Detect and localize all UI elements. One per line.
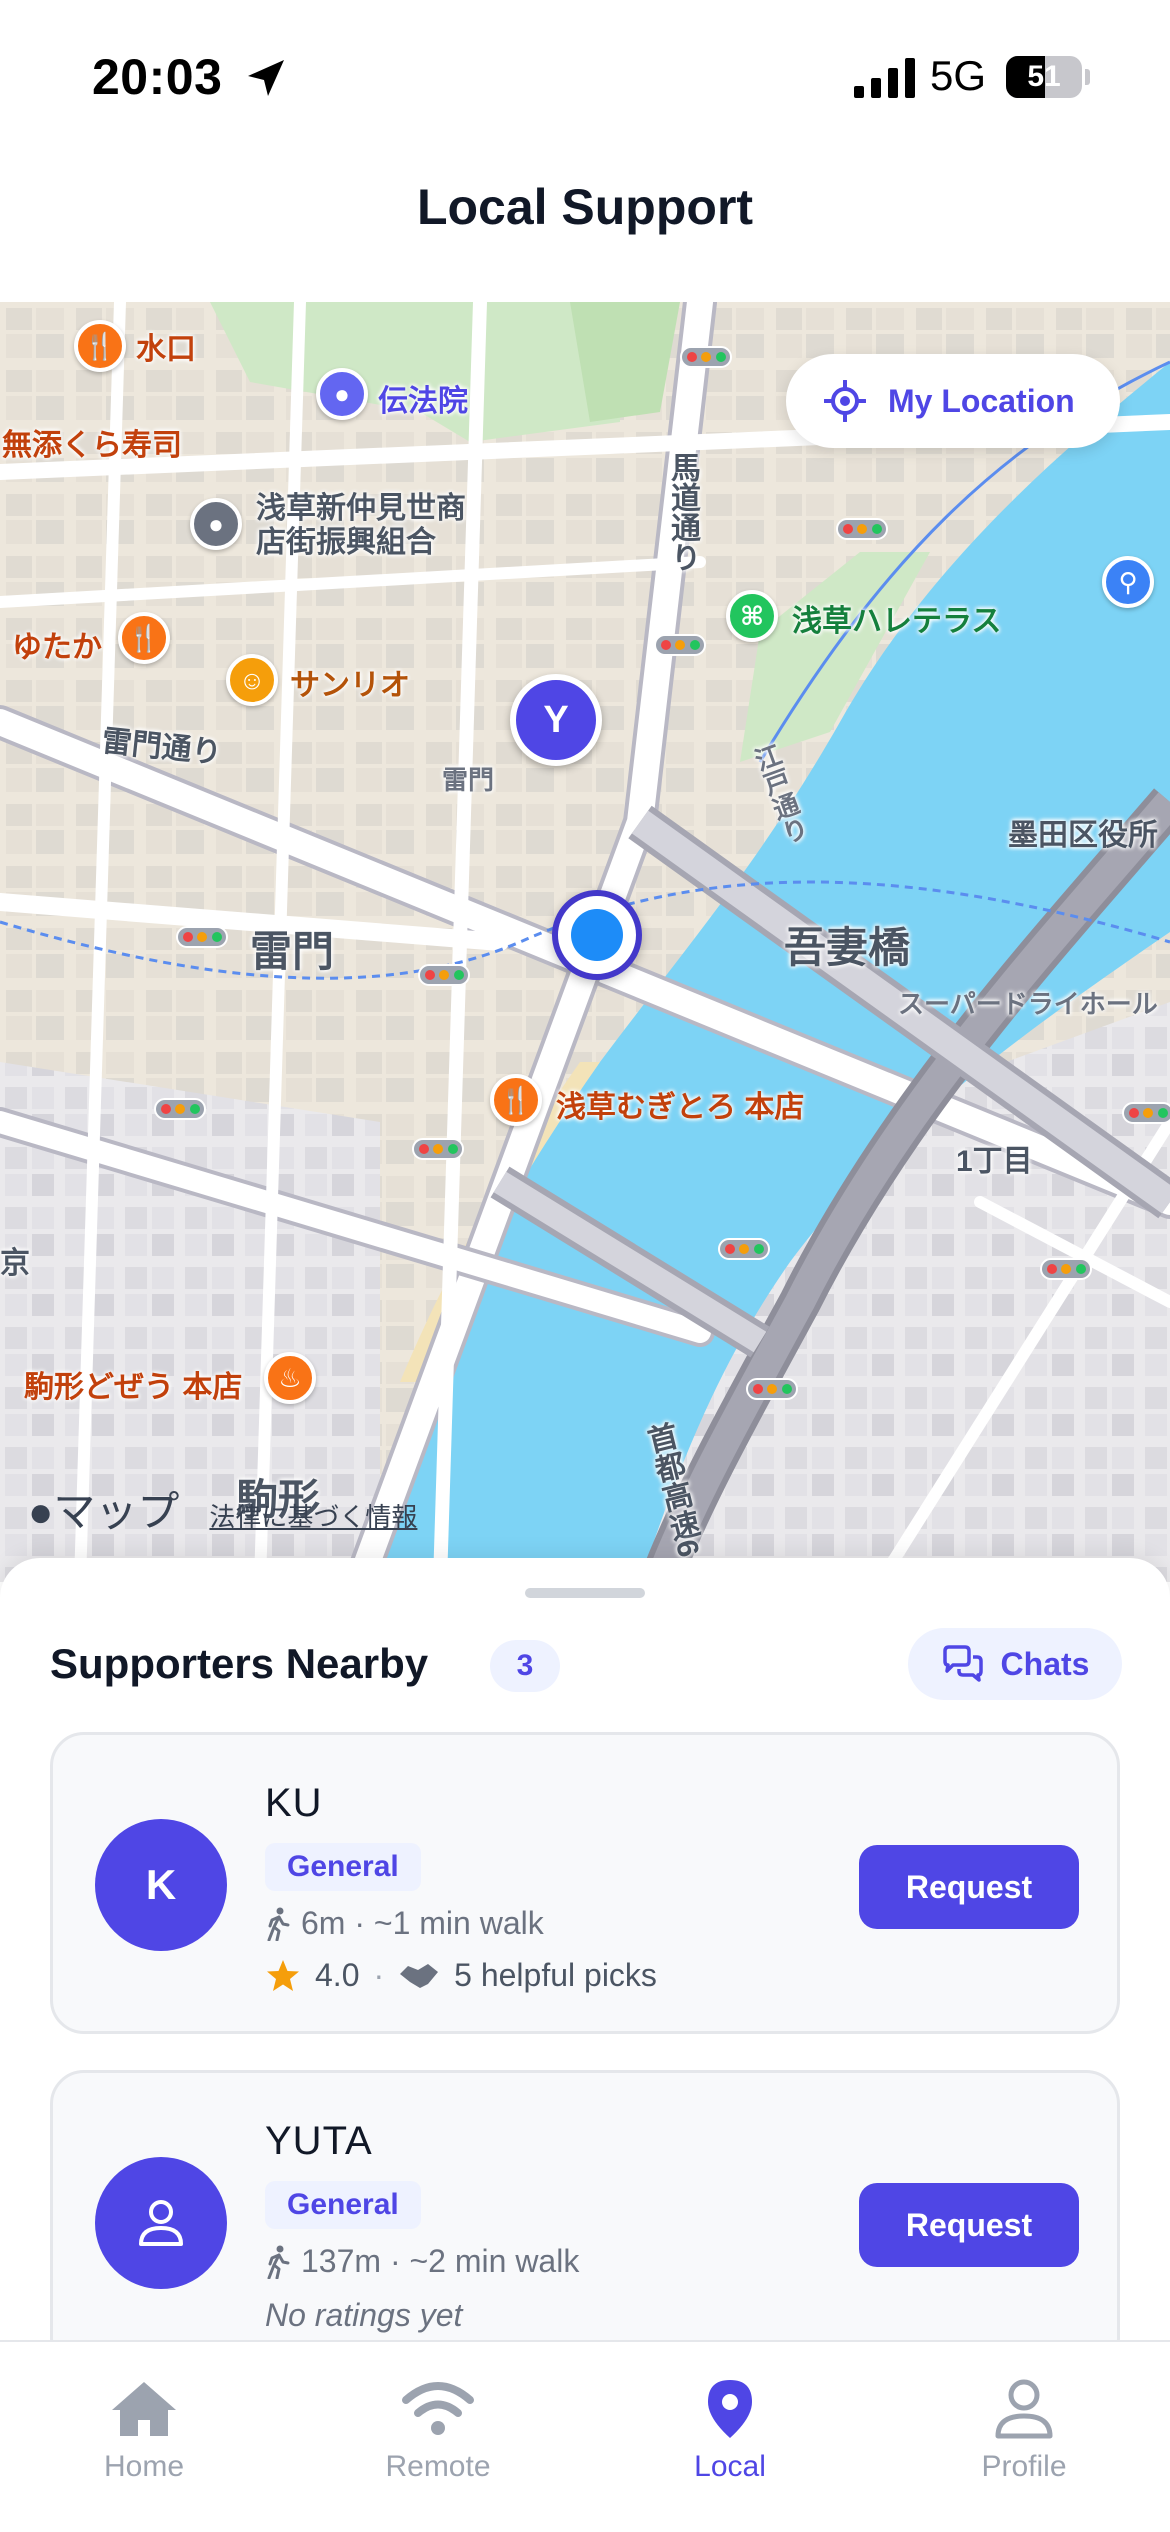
poi-label-mugitoro[interactable]: 浅草むぎとろ 本店 bbox=[556, 1082, 804, 1126]
traffic-light-icon bbox=[154, 1098, 206, 1120]
supporters-sheet[interactable]: Supporters Nearby 3 Chats K KU General 6… bbox=[0, 1558, 1170, 2428]
traffic-light-icon bbox=[680, 346, 732, 368]
traffic-light-icon bbox=[746, 1378, 798, 1400]
distance-info: 137m · ~2 min walk bbox=[265, 2243, 579, 2280]
network-type: 5G bbox=[930, 52, 987, 99]
restaurant-icon[interactable]: 🍴 bbox=[490, 1074, 542, 1126]
tab-remote[interactable]: Remote bbox=[338, 2378, 538, 2484]
person-icon bbox=[139, 2200, 183, 2246]
location-pin-icon bbox=[708, 2380, 752, 2438]
supporter-name: YUTA bbox=[265, 2119, 373, 2163]
legal-link[interactable]: 法律に基づく情報 bbox=[209, 1497, 417, 1534]
area-label-kaminarimon: 雷門 bbox=[250, 928, 335, 975]
restaurant-icon[interactable]: ♨ bbox=[264, 1352, 316, 1404]
status-bar: 20:03 5G 51 bbox=[0, 0, 1170, 150]
status-time: 20:03 bbox=[92, 49, 223, 105]
traffic-light-icon bbox=[412, 1138, 464, 1160]
supporter-card[interactable]: YUTA General 137m · ~2 min walk No ratin… bbox=[50, 2070, 1120, 2372]
handshake-icon bbox=[400, 1963, 439, 1988]
current-location-marker bbox=[552, 890, 642, 980]
area-label-sumida-office: 墨田区役所 bbox=[1008, 819, 1158, 852]
area-label-super-dry-hall: スーパードライホール bbox=[898, 989, 1158, 1019]
rating-info: 4.0 · 5 helpful picks bbox=[265, 1957, 657, 1994]
no-ratings-note: No ratings yet bbox=[265, 2297, 463, 2333]
sheet-title: Supporters Nearby bbox=[50, 1640, 429, 1687]
tab-bar: Home Remote Local Profile bbox=[0, 2340, 1170, 2532]
place-icon[interactable]: ● bbox=[190, 498, 242, 550]
poi-label-denpoin[interactable]: 伝法院 bbox=[378, 376, 468, 420]
battery-icon: 51 bbox=[1006, 56, 1090, 98]
rating-value: 4.0 bbox=[315, 1957, 360, 1993]
street-label-umamichi: 馬道通り bbox=[666, 452, 699, 572]
area-label-kaminarimon-small: 雷門 bbox=[442, 765, 495, 795]
poi-label-nakamise[interactable]: 浅草新仲見世商 店街振興組合 bbox=[256, 492, 466, 560]
bridge-icon[interactable]: ⚲ bbox=[1102, 556, 1154, 608]
request-button[interactable]: Request bbox=[859, 2183, 1079, 2267]
chats-button[interactable]: Chats bbox=[908, 1628, 1122, 1700]
restaurant-icon[interactable]: 🍴 bbox=[118, 612, 170, 664]
traffic-light-icon bbox=[1040, 1258, 1092, 1280]
map-view[interactable]: 🍴 水口 ● 伝法院 無添くら寿司 ● 浅草新仲見世商 店街振興組合 ゆたか 🍴… bbox=[0, 302, 1170, 1582]
poi-label-yutaka[interactable]: ゆたか bbox=[12, 622, 102, 666]
my-location-label: My Location bbox=[888, 382, 1075, 419]
category-tag: General bbox=[265, 1843, 421, 1891]
traffic-light-icon bbox=[418, 964, 470, 986]
supporter-map-marker[interactable]: Y bbox=[510, 674, 602, 766]
area-label-azumabashi: 吾妻橋 bbox=[784, 924, 911, 971]
poi-label-hale[interactable]: 浅草ハレテラス bbox=[792, 596, 1001, 640]
traffic-light-icon bbox=[718, 1238, 770, 1260]
sheet-grabber[interactable] bbox=[525, 1588, 645, 1598]
walking-icon bbox=[267, 2245, 290, 2279]
traffic-light-icon bbox=[176, 926, 228, 948]
star-icon bbox=[267, 1959, 299, 1991]
person-icon bbox=[995, 2379, 1053, 2439]
supporter-card[interactable]: K KU General 6m · ~1 min walk 4.0 · 5 he… bbox=[50, 1732, 1120, 2034]
avatar: K bbox=[95, 1819, 227, 1951]
poi-label-komagata-dozeu[interactable]: 駒形どぜう 本店 bbox=[24, 1362, 242, 1406]
request-button[interactable]: Request bbox=[859, 1845, 1079, 1929]
helpful-picks: 5 helpful picks bbox=[454, 1957, 657, 1993]
cellular-signal-icon bbox=[854, 58, 915, 98]
avatar bbox=[95, 2157, 227, 2289]
poi-label-kura[interactable]: 無添くら寿司 bbox=[2, 420, 182, 464]
observation-icon[interactable]: ⌘ bbox=[726, 590, 778, 642]
supporter-count-badge: 3 bbox=[490, 1640, 560, 1692]
wifi-icon bbox=[402, 2382, 474, 2435]
maps-logo: ●マップ bbox=[28, 1488, 180, 1535]
tab-local[interactable]: Local bbox=[630, 2378, 830, 2484]
poi-label-mizuguchi[interactable]: 水口 bbox=[136, 324, 196, 368]
area-label-itchome: 1丁目 bbox=[956, 1145, 1033, 1178]
walking-icon bbox=[267, 1907, 290, 1941]
page-title: Local Support bbox=[416, 179, 754, 235]
traffic-light-icon bbox=[836, 518, 888, 540]
chats-label: Chats bbox=[1000, 1645, 1090, 1682]
area-label-kyo: 京 bbox=[0, 1247, 30, 1280]
supporter-name: KU bbox=[265, 1781, 323, 1825]
home-icon bbox=[112, 2382, 176, 2436]
restaurant-icon[interactable]: 🍴 bbox=[74, 320, 126, 372]
tab-profile[interactable]: Profile bbox=[924, 2378, 1124, 2484]
my-location-button[interactable]: My Location bbox=[786, 354, 1120, 448]
tab-home[interactable]: Home bbox=[44, 2378, 244, 2484]
temple-icon[interactable]: ● bbox=[316, 368, 368, 420]
traffic-light-icon bbox=[654, 634, 706, 656]
crosshair-icon bbox=[824, 380, 866, 422]
location-arrow-icon bbox=[248, 60, 284, 96]
apple-logo-icon: ● bbox=[28, 1488, 54, 1535]
traffic-light-icon bbox=[1122, 1102, 1170, 1124]
poi-label-sanrio[interactable]: サンリオ bbox=[290, 660, 410, 704]
category-tag: General bbox=[265, 2181, 421, 2229]
distance-info: 6m · ~1 min walk bbox=[265, 1905, 544, 1942]
map-attribution: ●マップ 法律に基づく情報 bbox=[28, 1478, 417, 1539]
chat-bubbles-icon bbox=[942, 1645, 983, 1682]
shop-icon[interactable]: ☺ bbox=[226, 654, 278, 706]
battery-percent: 51 bbox=[1027, 60, 1061, 93]
